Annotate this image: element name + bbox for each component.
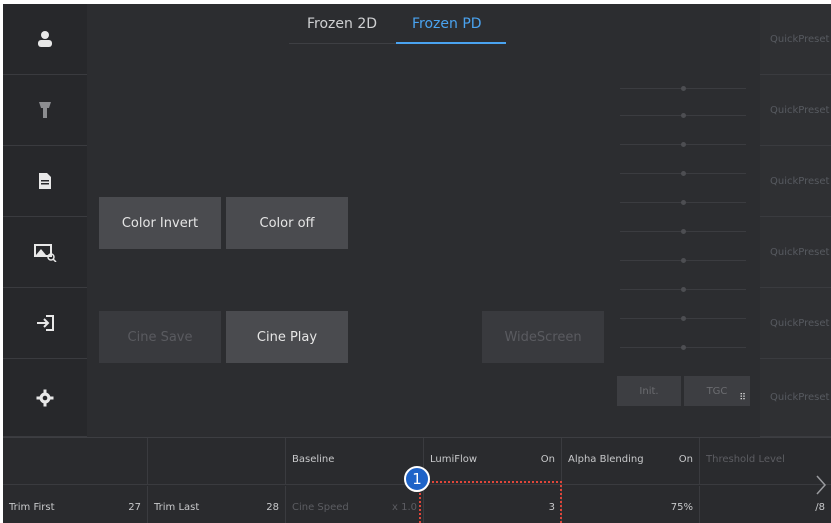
cine-speed-label: Cine Speed	[292, 502, 349, 513]
tgc-button[interactable]: TGC ⠿	[684, 376, 750, 406]
trim-first-knob[interactable]: Trim First 27	[3, 486, 148, 523]
screen: Frozen 2D Frozen PD Color Invert Color o…	[0, 0, 831, 523]
grid-dots-icon: ⠿	[739, 393, 746, 403]
quickpreset-6[interactable]: QuickPreset	[760, 359, 831, 437]
trim-last-value: 28	[266, 502, 279, 513]
alpha-blending-knob[interactable]: Alpha Blending On	[562, 438, 700, 485]
alpha-blending-value: On	[678, 454, 693, 465]
tgc-knob-8[interactable]	[681, 287, 686, 292]
sidebar-item-settings[interactable]	[3, 359, 87, 437]
trim-last-label: Trim Last	[154, 502, 200, 513]
lumiflow-value: On	[540, 454, 555, 465]
image-search-icon	[34, 244, 57, 262]
tgc-knob-6[interactable]	[681, 229, 686, 234]
cine-save-button[interactable]: Cine Save	[99, 311, 221, 363]
tgc-init-button[interactable]: Init.	[617, 376, 681, 406]
quickpreset-5[interactable]: QuickPreset	[760, 288, 831, 359]
threshold-level-label: Threshold Level	[706, 454, 785, 465]
person-icon	[38, 31, 52, 47]
callout-badge: 1	[404, 466, 430, 492]
trim-first-label: Trim First	[9, 502, 55, 513]
callout-highlight-box	[419, 481, 562, 523]
lumiflow-label: LumiFlow	[430, 454, 478, 465]
widescreen-button[interactable]: WideScreen	[482, 311, 604, 363]
tgc-knob-9[interactable]	[681, 316, 686, 321]
document-icon	[39, 173, 51, 189]
tgc-button-label: TGC	[706, 385, 728, 397]
cine-speed-value: x 1.0	[392, 502, 417, 513]
sidebar-item-patient[interactable]	[3, 4, 87, 75]
color-invert-button[interactable]: Color Invert	[99, 197, 221, 249]
quickpreset-4[interactable]: QuickPreset	[760, 217, 831, 288]
param-knob-2-top[interactable]	[148, 438, 286, 485]
cine-play-button[interactable]: Cine Play	[226, 311, 348, 363]
color-off-button[interactable]: Color off	[226, 197, 348, 249]
sidebar-item-report[interactable]	[3, 146, 87, 217]
sidebar-item-exit[interactable]	[3, 288, 87, 359]
quickpreset-3[interactable]: QuickPreset	[760, 146, 831, 217]
param-knob-1-top[interactable]	[3, 438, 148, 485]
lumiflow-knob[interactable]: LumiFlow On	[424, 438, 562, 485]
sidebar-item-probe[interactable]	[3, 75, 87, 146]
gear-icon	[36, 389, 54, 406]
alpha-blending-level-value: 75%	[670, 502, 693, 513]
tgc-knob-5[interactable]	[681, 200, 686, 205]
chevron-right-icon[interactable]	[815, 474, 827, 496]
quickpreset-2[interactable]: QuickPreset	[760, 75, 831, 146]
tgc-knob-3[interactable]	[681, 142, 686, 147]
tgc-knob-7[interactable]	[681, 258, 686, 263]
left-sidebar	[3, 4, 87, 437]
tgc-knob-10[interactable]	[681, 345, 686, 350]
tab-frozen-pd[interactable]: Frozen PD	[412, 16, 482, 32]
page-count: /8	[815, 502, 825, 513]
sidebar-item-review[interactable]	[3, 217, 87, 288]
active-tab-indicator	[396, 42, 506, 44]
cine-speed-knob[interactable]: Cine Speed x 1.0	[286, 486, 424, 523]
trim-last-knob[interactable]: Trim Last 28	[148, 486, 286, 523]
probe-icon	[39, 102, 51, 118]
tgc-knob-2[interactable]	[681, 113, 686, 118]
threshold-level-knob[interactable]: Threshold Level	[700, 438, 831, 485]
tab-frozen-2d[interactable]: Frozen 2D	[307, 16, 377, 32]
exit-icon	[37, 315, 54, 331]
alpha-blending-label: Alpha Blending	[568, 454, 644, 465]
baseline-label: Baseline	[292, 454, 335, 465]
tgc-knob-4[interactable]	[681, 171, 686, 176]
quickpreset-1[interactable]: QuickPreset	[760, 4, 831, 75]
tgc-knob-1[interactable]	[681, 86, 686, 91]
page-indicator[interactable]: /8	[700, 486, 831, 523]
alpha-blending-level-knob[interactable]: 75%	[562, 486, 700, 523]
trim-first-value: 27	[128, 502, 141, 513]
callout-number: 1	[412, 470, 422, 488]
ultrasound-touch-panel: Frozen 2D Frozen PD Color Invert Color o…	[3, 4, 831, 523]
